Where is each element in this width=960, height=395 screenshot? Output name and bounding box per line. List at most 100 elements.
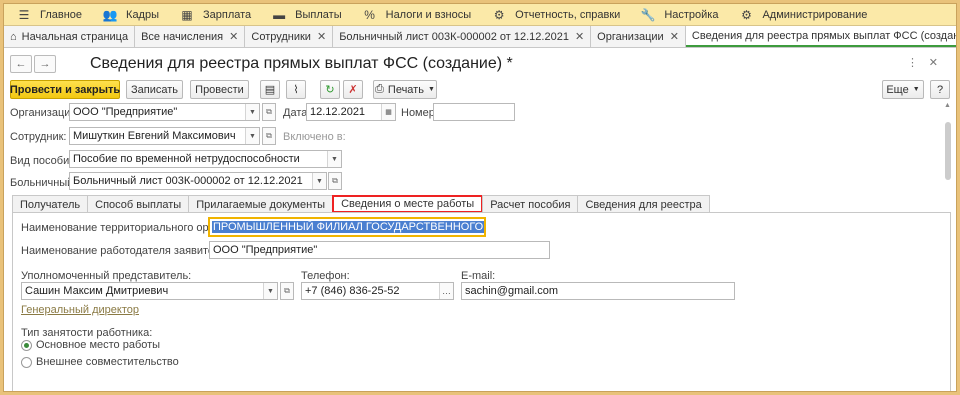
- tab-employees[interactable]: Сотрудники ✕: [245, 26, 334, 47]
- menu-item-admin[interactable]: ⚙ Администрирование: [732, 4, 881, 26]
- radio-button[interactable]: [21, 357, 32, 368]
- paperclip-icon: ⌇: [293, 84, 299, 96]
- menu-item-hr[interactable]: 👥 Кадры: [96, 4, 173, 26]
- main-menu: ☰ Главное 👥 Кадры ▦ Зарплата ▬ Выплаты %…: [4, 4, 956, 26]
- chevron-up-icon[interactable]: ▲: [944, 102, 951, 109]
- fss-office-field[interactable]: ПРОМЫШЛЕННЫЙ ФИЛИАЛ ГОСУДАРСТВЕННОГО УЧР…: [208, 217, 486, 237]
- post-and-close-button[interactable]: Провести и закрыть: [10, 80, 120, 99]
- sick-leave-field[interactable]: Больничный лист 003К-000002 от 12.12.202…: [69, 172, 327, 190]
- tab-benefit-calculation[interactable]: Расчет пособия: [482, 195, 579, 213]
- menu-item-label: Администрирование: [762, 8, 868, 21]
- app-window: ☰ Главное 👥 Кадры ▦ Зарплата ▬ Выплаты %…: [3, 3, 957, 392]
- employee-field[interactable]: Мишуткин Евгений Максимович ▼: [69, 127, 260, 145]
- refresh-button[interactable]: ↻: [320, 80, 340, 99]
- chevron-down-icon: ▼: [912, 86, 920, 93]
- representative-field[interactable]: Сашин Максим Дмитриевич ▼: [21, 282, 278, 300]
- tab-label: Организации: [597, 30, 664, 43]
- employment-option-label: Основное место работы: [36, 339, 161, 351]
- ellipsis-icon[interactable]: …: [439, 283, 453, 299]
- close-icon[interactable]: ✕: [670, 30, 679, 43]
- close-icon[interactable]: ✕: [229, 30, 238, 43]
- menu-item-label: Кадры: [126, 8, 159, 21]
- tab-payment-method[interactable]: Способ выплаты: [87, 195, 190, 213]
- chevron-down-icon[interactable]: ▼: [312, 173, 326, 189]
- sick-leave-label: Больничный:: [10, 177, 77, 189]
- date-field[interactable]: 12.12.2021 ▦: [306, 103, 396, 121]
- forward-button[interactable]: →: [34, 55, 56, 73]
- scroll-thumb[interactable]: [945, 122, 951, 180]
- menu-item-label: Главное: [40, 8, 83, 21]
- representative-label: Уполномоченный представитель:: [21, 270, 192, 282]
- phone-value: +7 (846) 836-25-52: [305, 285, 400, 297]
- tab-registry-info[interactable]: Сведения для реестра: [577, 195, 710, 213]
- document-tabs: Получатель Способ выплаты Прилагаемые до…: [12, 195, 710, 213]
- calendar-icon[interactable]: ▦: [381, 104, 395, 120]
- document-header: ← → Сведения для реестра прямых выплат Ф…: [4, 51, 956, 77]
- more-dots-icon[interactable]: ⋮: [907, 56, 918, 69]
- chevron-down-icon[interactable]: ▼: [327, 151, 341, 167]
- benefit-type-field[interactable]: Пособие по временной нетрудоспособности …: [69, 150, 342, 168]
- chevron-down-icon: ▼: [427, 86, 435, 93]
- menu-item-taxes[interactable]: % Налоги и взносы: [356, 4, 486, 26]
- close-icon[interactable]: ✕: [575, 30, 584, 43]
- email-value: sachin@gmail.com: [465, 285, 559, 297]
- journal-button[interactable]: ▤: [260, 80, 280, 99]
- page-title: Сведения для реестра прямых выплат ФСС (…: [90, 55, 513, 72]
- post-button[interactable]: Провести: [190, 80, 249, 99]
- tab-organizations[interactable]: Организации ✕: [591, 26, 686, 47]
- organization-field[interactable]: ООО "Предприятие" ▼: [69, 103, 260, 121]
- representative-value: Сашин Максим Дмитриевич: [25, 285, 169, 297]
- attach-button[interactable]: ⌇: [286, 80, 306, 99]
- menu-item-settings[interactable]: 🔧 Настройка: [634, 4, 732, 26]
- radio-button[interactable]: [21, 340, 32, 351]
- close-icon[interactable]: ✕: [929, 56, 938, 69]
- number-field[interactable]: [433, 103, 515, 121]
- open-organization-button[interactable]: ⧉: [262, 103, 276, 121]
- tab-workplace-info[interactable]: Сведения о месте работы: [332, 195, 484, 213]
- save-button[interactable]: Записать: [126, 80, 183, 99]
- print-button[interactable]: ⎙ Печать ▼: [373, 80, 437, 99]
- menu-item-salary[interactable]: ▦ Зарплата: [173, 4, 265, 26]
- tab-fss-registry[interactable]: Сведения для реестра прямых выплат ФСС (…: [685, 26, 956, 47]
- help-button[interactable]: ?: [930, 80, 950, 99]
- arrow-left-icon: ←: [15, 58, 27, 70]
- open-link-icon: ⧉: [266, 107, 272, 116]
- gear-icon: ⚙: [741, 7, 752, 22]
- chevron-down-icon[interactable]: ▼: [263, 283, 277, 299]
- chevron-down-icon[interactable]: ▼: [245, 104, 259, 120]
- cancel-posting-icon: ✗: [348, 84, 358, 96]
- menu-item-main[interactable]: ☰ Главное: [10, 4, 96, 26]
- close-icon[interactable]: ✕: [317, 30, 326, 43]
- back-button[interactable]: ←: [10, 55, 32, 73]
- fss-office-value: ПРОМЫШЛЕННЫЙ ФИЛИАЛ ГОСУДАРСТВЕННОГО УЧР…: [212, 221, 484, 233]
- unpost-button[interactable]: ✗: [343, 80, 363, 99]
- tab-recipient[interactable]: Получатель: [12, 195, 89, 213]
- tab-label: Начальная страница: [21, 30, 129, 43]
- email-field[interactable]: sachin@gmail.com: [461, 282, 735, 300]
- tab-all-accruals[interactable]: Все начисления ✕: [135, 26, 246, 47]
- open-representative-button[interactable]: ⧉: [280, 282, 294, 300]
- benefit-type-label: Вид пособия:: [10, 155, 79, 167]
- employee-value: Мишуткин Евгений Максимович: [73, 130, 236, 142]
- menu-item-reports[interactable]: ⚙ Отчетность, справки: [485, 4, 634, 26]
- employment-type-label: Тип занятости работника:: [21, 327, 153, 339]
- percent-icon: %: [364, 7, 375, 22]
- tab-sick-leave[interactable]: Больничный лист 003К-000002 от 12.12.202…: [333, 26, 592, 47]
- chevron-down-icon[interactable]: ▼: [245, 128, 259, 144]
- representative-position-link[interactable]: Генеральный директор: [21, 304, 139, 316]
- tab-home[interactable]: ⌂ Начальная страница: [4, 26, 136, 47]
- menu-item-payments[interactable]: ▬ Выплаты: [265, 4, 355, 26]
- form-scrollbar[interactable]: ▲: [944, 102, 952, 391]
- open-employee-button[interactable]: ⧉: [262, 127, 276, 145]
- open-sick-leave-button[interactable]: ⧉: [328, 172, 342, 190]
- organization-value: ООО "Предприятие": [73, 106, 178, 118]
- employer-name-field[interactable]: ООО "Предприятие": [209, 241, 550, 259]
- workplace-panel: Наименование территориального органа ФСС…: [12, 212, 951, 391]
- employer-name-label: Наименование работодателя заявителя:: [21, 245, 230, 257]
- more-button[interactable]: Еще ▼: [882, 80, 924, 99]
- tab-label: Все начисления: [141, 30, 224, 43]
- phone-field[interactable]: +7 (846) 836-25-52 …: [301, 282, 454, 300]
- menu-item-label: Настройка: [664, 8, 719, 21]
- tab-attached-documents[interactable]: Прилагаемые документы: [188, 195, 334, 213]
- window-tabs: ⌂ Начальная страница Все начисления ✕ Со…: [4, 26, 956, 48]
